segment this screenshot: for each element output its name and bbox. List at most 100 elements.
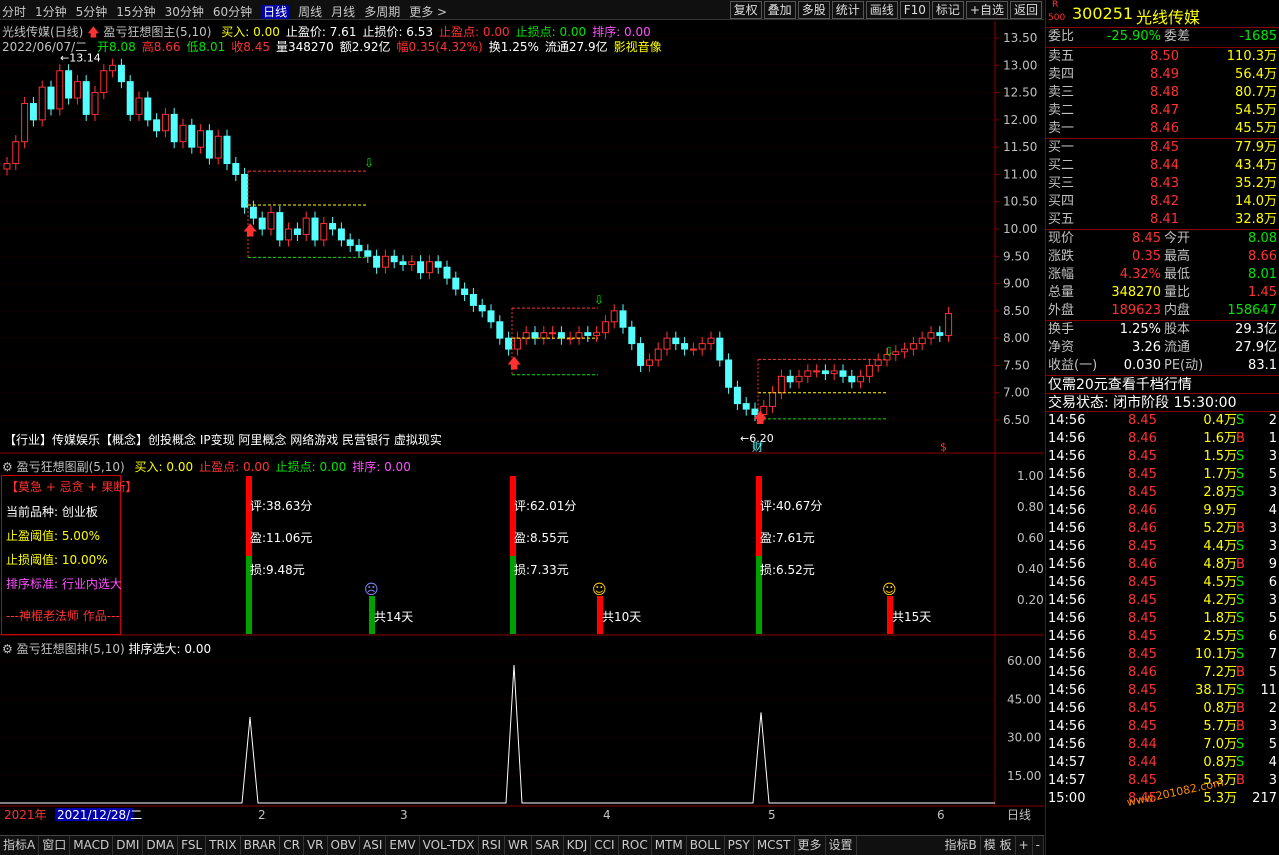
buy-arrow-icon: 🡅 [243,223,257,239]
indicator-tab[interactable]: 更多 [795,836,826,855]
ask-level: 卖一 8.46 45.5万 [1046,120,1279,138]
candle-body [399,261,407,265]
bid-level-volume: 32.8万 [1235,212,1277,227]
stat-label: 涨幅 [1048,267,1075,282]
toolbar-button[interactable]: +自选 [965,1,1008,19]
indicator-tab[interactable]: OBV [328,836,361,855]
kline-chart-svg[interactable]: 13.50 13.00 12.50 12.00 11.50 11.00 10.50 10.00… [0,21,1044,821]
tick-list[interactable]: 14:56 8.45 0.4万 S 2 14:56 8.46 1.6万 B 1 14:56 8.45 1… [1046,412,1279,808]
tick-count: 5 [1268,611,1277,626]
chart-area[interactable]: 13.50 13.00 12.50 12.00 11.50 11.00 10.50 10.00… [0,21,1044,821]
tick-row: 14:56 8.46 1.6万 B 1 [1046,430,1279,448]
period-tab[interactable]: 60分钟 [213,5,252,19]
candle-body [769,392,777,407]
tick-time: 14:56 [1048,629,1086,644]
candle-body [505,337,513,350]
stat-label: 收益(一) [1048,358,1098,373]
tick-volume: 4.4万 [1203,539,1237,554]
period-tab[interactable]: 日线 [261,5,290,19]
tick-count: 2 [1268,701,1277,716]
bid-level-price: 8.44 [1150,158,1179,173]
period-tab[interactable]: 30分钟 [165,5,204,19]
indicator-tab[interactable]: VR [304,836,328,855]
quote-values: 开8.08 高8.66 低8.01 收8.45 量348270 额2.92亿 幅0.35(4… [91,40,662,54]
toolbar-button[interactable]: 标记 [931,1,964,19]
indicator-tab[interactable]: DMI [113,836,144,855]
indicator-tab[interactable]: ASI [360,836,387,855]
period-tab[interactable]: 月线 [331,5,355,19]
indicator-tab[interactable]: WR [505,836,533,855]
period-tab[interactable]: 15分钟 [116,5,155,19]
tick-price: 8.45 [1128,683,1157,698]
toolbar-button[interactable]: 复权 [729,1,762,19]
indicator-tab[interactable]: - [1033,836,1044,855]
indicator-settings-icon[interactable]: ⚙ [2,642,13,656]
indicator-tab[interactable]: + [1016,836,1033,855]
indicator-tab[interactable]: 模 板 [981,836,1016,855]
indicator-tab[interactable]: 指标A [0,836,40,855]
toolbar-button[interactable]: 返回 [1009,1,1042,19]
indicator-tab[interactable]: 窗口 [39,836,71,855]
toolbar-button[interactable]: 叠加 [763,1,796,19]
indicator-tab[interactable]: DMA [143,836,179,855]
indicator-tab[interactable]: 指标B [942,836,981,855]
ask-level-volume: 54.5万 [1235,103,1277,118]
stat-row: 涨幅 4.32% 最低 8.01 [1046,266,1279,284]
period-tab[interactable]: 1分钟 [35,5,67,19]
rating-badge-number: 500 [1048,13,1066,23]
indicator-tab[interactable]: MTM [652,836,687,855]
period-tab[interactable]: 更多 > [409,5,447,19]
tick-time: 14:56 [1048,737,1086,752]
tick-count: 1 [1268,431,1277,446]
tick-side: S [1236,467,1245,482]
y-tick-label: 11.00 [1003,167,1037,181]
indicator-tab[interactable]: VOL-TDX [420,836,479,855]
strategy-info-box: 【莫急 + 忌贪 + 果断】 当前品种: 创业板 止盈阈值: 5.00% 止损阈… [1,475,137,635]
candle-body [945,313,953,336]
period-tab[interactable]: 周线 [298,5,322,19]
y-tick-label: 0.20 [1017,593,1044,607]
indicator-tab[interactable]: MCST [754,836,795,855]
loss-label: 损:9.48元 [250,563,305,577]
quote-date: 2022/06/07/二 [2,40,88,54]
period-tab[interactable]: 分时 [2,5,26,19]
toolbar-button[interactable]: F10 [899,1,930,19]
indicator-tab[interactable]: CR [280,836,304,855]
indicator-tab[interactable]: ROC [619,836,652,855]
indicator-tab[interactable]: PSY [725,836,754,855]
indicator-tab[interactable]: EMV [386,836,420,855]
indicator-tab[interactable]: FSL [178,836,207,855]
indicator-tab[interactable]: CCI [591,836,619,855]
toolbar-button[interactable]: 多股 [797,1,830,19]
toolbar-button[interactable]: 画线 [865,1,898,19]
tick-side: B [1236,665,1245,680]
info-box-stop-loss: 止损阈值: 10.00% [6,553,108,567]
stat-row: 换手 1.25% 股本 29.3亿 [1046,321,1279,339]
candle-body [417,261,425,274]
stat-row: 外盘 189623 内盘 158647 [1046,302,1279,320]
stat-value: 1.45 [1248,285,1277,300]
candle-body [29,102,37,121]
x-month-label: 2 [258,808,266,821]
indicator-tab[interactable]: BRAR [241,836,281,855]
indicator-tab[interactable]: 设置 [826,836,857,855]
indicator-settings-icon[interactable]: ⚙ [2,460,13,474]
period-tab[interactable]: 5分钟 [76,5,108,19]
indicator-tab[interactable]: TRIX [206,836,241,855]
candle-body [689,348,697,351]
bid-level-price: 8.41 [1150,212,1179,227]
indicator-tab[interactable]: MACD [70,836,114,855]
candle-body [161,113,169,132]
indicator-tab[interactable]: RSI [479,836,506,855]
tick-side: B [1236,431,1245,446]
indicator-tab[interactable]: SAR [532,836,564,855]
promo-link[interactable]: 仅需20元查看千档行情 [1046,376,1279,394]
ask-level: 卖二 8.47 54.5万 [1046,102,1279,120]
period-tab[interactable]: 多周期 [364,5,400,19]
indicator-tab[interactable]: BOLL [687,836,725,855]
sell-arrow-icon: ⇩ [884,344,894,358]
toolbar-button[interactable]: 统计 [831,1,864,19]
tick-price: 8.45 [1128,593,1157,608]
indicator-tab[interactable]: KDJ [564,836,592,855]
candle-body [126,81,134,115]
